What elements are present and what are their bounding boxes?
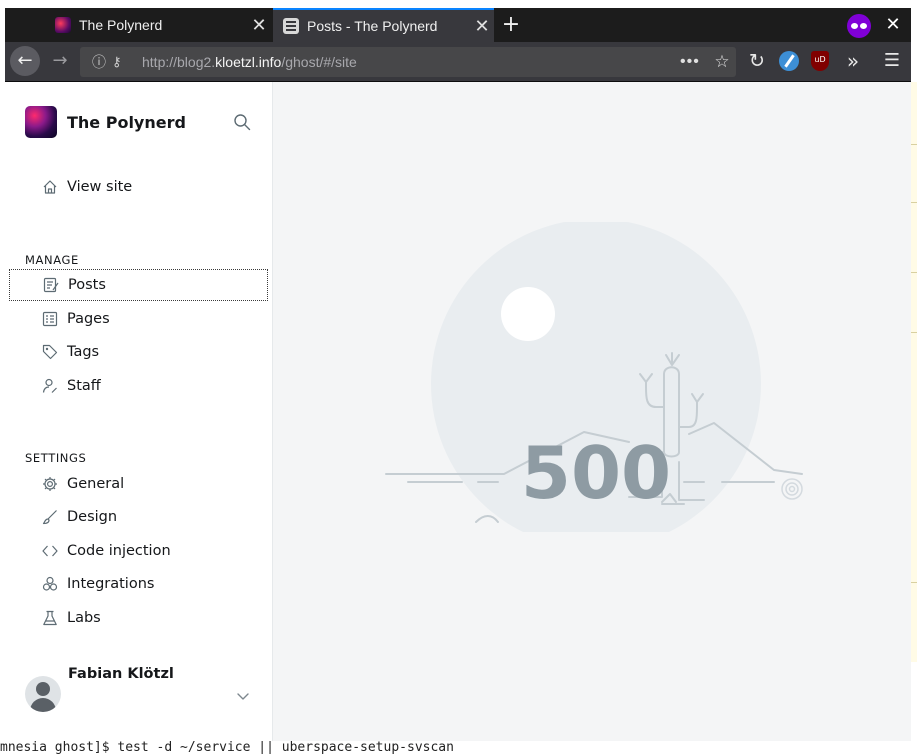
background-window-strip xyxy=(911,82,917,662)
site-favicon-icon xyxy=(55,17,71,33)
ghost-favicon-icon xyxy=(283,18,299,34)
sidebar-item-label: Tags xyxy=(67,344,100,360)
site-logo xyxy=(25,106,57,138)
staff-icon xyxy=(41,377,59,395)
url-prefix: http://blog2. xyxy=(142,54,216,70)
reload-icon[interactable]: ↻ xyxy=(747,51,767,71)
error-500-illustration: 500 xyxy=(385,222,803,532)
close-icon[interactable]: ✕ xyxy=(470,16,494,37)
sidebar-item-staff[interactable]: Staff xyxy=(9,370,268,402)
tag-icon xyxy=(41,343,59,361)
sidebar-item-label: Staff xyxy=(67,378,101,394)
browser-window: The Polynerd ✕ Posts - The Polynerd ✕ + … xyxy=(5,8,911,741)
url-bar[interactable]: ⓘ ⚷ http://blog2.kloetzl.info/ghost/#/si… xyxy=(80,47,736,77)
tab-posts[interactable]: Posts - The Polynerd ✕ xyxy=(273,8,494,42)
sidebar-item-design[interactable]: Design xyxy=(9,501,268,533)
search-icon[interactable] xyxy=(233,113,251,131)
sidebar: The Polynerd View site MANAGE Posts Page… xyxy=(5,82,273,741)
back-arrow-icon[interactable]: ← xyxy=(10,46,40,76)
navigation-toolbar: ← → ⓘ ⚷ http://blog2.kloetzl.info/ghost/… xyxy=(5,42,911,82)
url-text[interactable]: http://blog2.kloetzl.info/ghost/#/site xyxy=(142,54,680,70)
sidebar-item-code-injection[interactable]: Code injection xyxy=(9,535,268,567)
sidebar-item-posts[interactable]: Posts xyxy=(9,269,268,301)
forward-arrow-icon[interactable]: → xyxy=(45,46,75,76)
brand[interactable]: The Polynerd xyxy=(25,106,186,138)
new-tab-icon[interactable]: + xyxy=(499,11,523,39)
sidebar-item-label: Code injection xyxy=(67,543,171,559)
hamburger-menu-icon[interactable]: ☰ xyxy=(882,51,902,71)
sidebar-item-view-site[interactable]: View site xyxy=(9,171,268,203)
url-path: /ghost/#/site xyxy=(281,54,357,70)
url-host: kloetzl.info xyxy=(215,54,282,70)
avatar xyxy=(25,676,61,712)
site-title: The Polynerd xyxy=(67,112,186,132)
window-close-icon[interactable]: ✕ xyxy=(881,12,905,38)
brush-icon xyxy=(41,508,59,526)
user-menu[interactable]: Fabian Klötzl xyxy=(25,666,255,718)
pages-icon xyxy=(41,310,59,328)
error-code: 500 xyxy=(521,431,671,515)
sidebar-item-label: Integrations xyxy=(67,576,155,592)
bookmark-star-icon[interactable]: ☆ xyxy=(708,52,736,72)
posts-icon xyxy=(42,276,60,294)
terminal-line: mnesia ghost]$ test -d ~/service || uber… xyxy=(0,741,917,754)
sidebar-item-integrations[interactable]: Integrations xyxy=(9,568,268,600)
ublock-shield-icon[interactable]: uD xyxy=(811,51,829,71)
info-icon[interactable]: ⓘ xyxy=(86,52,112,72)
home-icon xyxy=(41,178,59,196)
tab-title: The Polynerd xyxy=(79,17,163,33)
close-icon[interactable]: ✕ xyxy=(247,15,271,36)
spiral-icon xyxy=(781,478,803,500)
ghost-admin-page: The Polynerd View site MANAGE Posts Page… xyxy=(5,82,911,741)
extension-compass-icon[interactable] xyxy=(779,51,799,71)
sidebar-item-general[interactable]: General xyxy=(9,468,268,500)
private-browsing-icon xyxy=(847,14,871,38)
moon-circle xyxy=(501,287,555,341)
page-actions-icon[interactable]: ••• xyxy=(680,53,708,71)
flask-icon xyxy=(41,609,59,627)
sidebar-item-label: Pages xyxy=(67,311,110,327)
sidebar-item-labs[interactable]: Labs xyxy=(9,602,268,634)
gear-icon xyxy=(41,475,59,493)
sidebar-item-label: Posts xyxy=(68,277,106,293)
code-icon xyxy=(41,542,59,560)
manage-section-label: MANAGE xyxy=(25,253,79,267)
tab-title: Posts - The Polynerd xyxy=(307,18,438,34)
tab-the-polynerd[interactable]: The Polynerd ✕ xyxy=(45,8,271,42)
tab-bar: The Polynerd ✕ Posts - The Polynerd ✕ + … xyxy=(5,8,911,42)
overflow-chevron-icon[interactable]: » xyxy=(843,51,863,71)
sidebar-item-label: Labs xyxy=(67,610,101,626)
sidebar-item-pages[interactable]: Pages xyxy=(9,303,268,335)
sidebar-item-tags[interactable]: Tags xyxy=(9,336,268,368)
settings-section-label: SETTINGS xyxy=(25,451,87,465)
key-icon[interactable]: ⚷ xyxy=(112,54,132,70)
sidebar-item-label: General xyxy=(67,476,125,492)
integrations-icon xyxy=(41,575,59,593)
user-name: Fabian Klötzl xyxy=(68,666,174,682)
sidebar-item-label: Design xyxy=(67,509,118,525)
chevron-down-icon[interactable] xyxy=(235,688,251,704)
sidebar-item-label: View site xyxy=(67,179,133,195)
main-content: 500 xyxy=(274,82,911,741)
